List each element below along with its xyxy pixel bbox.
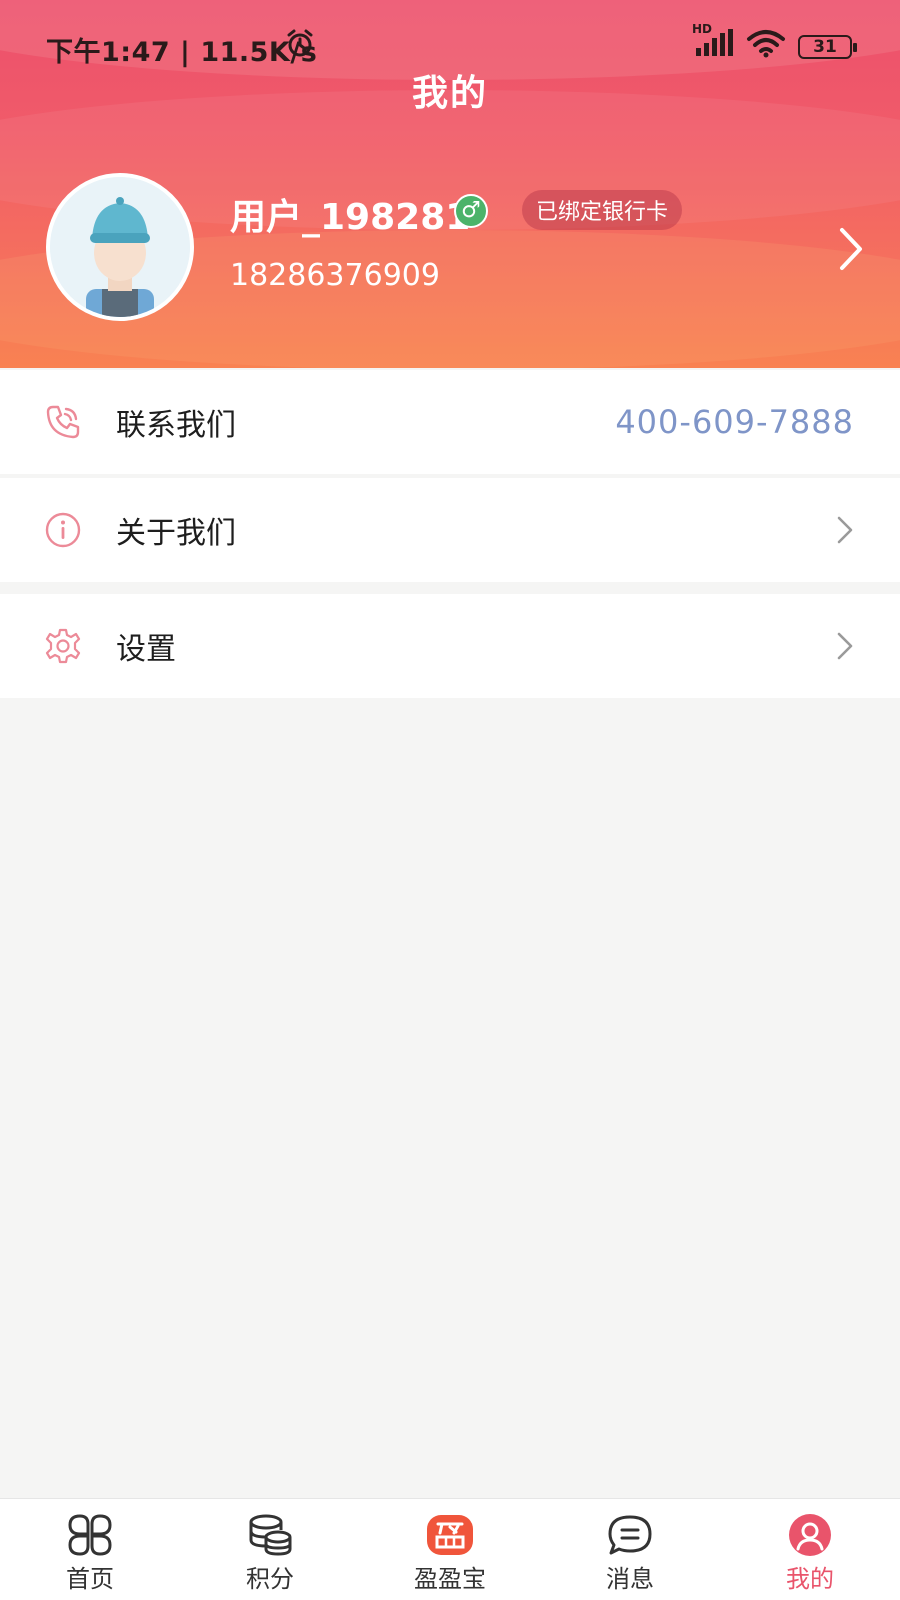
tab-messages[interactable]: 消息 — [540, 1499, 720, 1600]
male-gender-icon: ♂ — [454, 194, 488, 228]
tab-home[interactable]: 首页 — [0, 1499, 180, 1600]
tab-label: 我的 — [786, 1565, 834, 1593]
bottom-tab-bar: 首页 积分 盈盈宝 消息 我的 — [0, 1498, 900, 1600]
signal-icon: HD — [692, 22, 734, 65]
chevron-right-icon — [836, 631, 854, 661]
battery-indicator: 31 — [798, 34, 857, 59]
yingyingbao-icon — [425, 1513, 475, 1557]
network-type-label: HD — [692, 22, 713, 36]
tab-yingyingbao[interactable]: 盈盈宝 — [360, 1499, 540, 1600]
tab-mine[interactable]: 我的 — [720, 1499, 900, 1600]
menu-item-contact-us[interactable]: 联系我们 400-609-7888 — [0, 370, 900, 474]
bank-card-badge: 已绑定银行卡 — [522, 190, 683, 230]
info-icon — [44, 511, 82, 549]
phone-icon — [44, 403, 82, 441]
alarm-icon — [284, 28, 316, 67]
about-us-label: 关于我们 — [116, 516, 236, 551]
settings-label: 设置 — [116, 632, 176, 667]
my-profile-page: 下午1:47 | 11.5K/s HD 31 我的 用户_198281 ♂ 已绑… — [0, 0, 900, 1600]
menu-item-settings[interactable]: 设置 — [0, 594, 900, 698]
coins-icon — [245, 1513, 295, 1557]
avatar[interactable] — [46, 173, 194, 321]
page-title: 我的 — [411, 73, 488, 114]
grid-four-icon — [65, 1513, 115, 1557]
tab-label: 积分 — [246, 1565, 294, 1593]
contact-us-label: 联系我们 — [116, 408, 236, 443]
chevron-right-icon — [836, 515, 854, 545]
gear-icon — [44, 627, 82, 665]
wifi-icon — [746, 28, 786, 65]
tab-label: 消息 — [606, 1565, 654, 1593]
chat-icon — [605, 1513, 655, 1557]
tab-label: 盈盈宝 — [414, 1565, 486, 1593]
tab-label: 首页 — [66, 1565, 114, 1593]
contact-phone-number[interactable]: 400-609-7888 — [615, 403, 854, 441]
menu-item-about-us[interactable]: 关于我们 — [0, 478, 900, 582]
username: 用户_198281 — [230, 197, 471, 238]
profile-header: 下午1:47 | 11.5K/s HD 31 我的 用户_198281 ♂ 已绑… — [0, 0, 900, 368]
tab-points[interactable]: 积分 — [180, 1499, 360, 1600]
status-icons: HD 31 — [692, 22, 857, 65]
user-icon — [785, 1513, 835, 1557]
profile-chevron-right-icon[interactable] — [836, 224, 866, 274]
user-phone: 18286376909 — [230, 258, 440, 293]
